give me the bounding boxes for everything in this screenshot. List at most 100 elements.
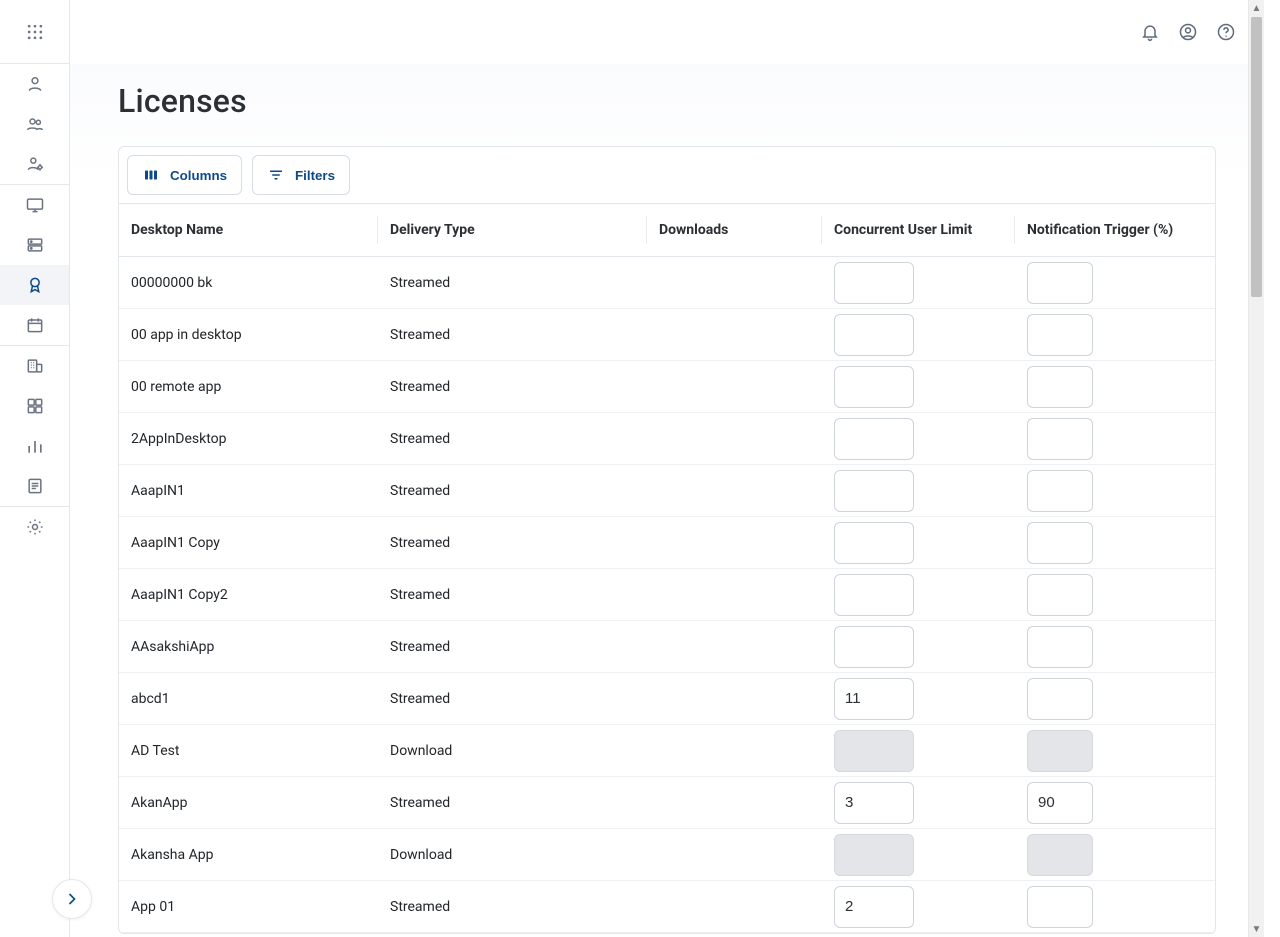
main: Licenses Columns Filters Desktop Name D	[70, 0, 1264, 937]
scroll-up-arrow-icon[interactable]: ▲	[1249, 0, 1264, 16]
concurrent-limit-input[interactable]	[834, 366, 914, 408]
notification-trigger-input[interactable]	[1027, 886, 1093, 928]
cell-delivery-type: Streamed	[378, 621, 646, 672]
notification-trigger-input[interactable]	[1027, 678, 1093, 720]
cell-concurrent-limit	[822, 829, 1014, 880]
concurrent-limit-input[interactable]	[834, 782, 914, 824]
licenses-panel: Columns Filters Desktop Name Delivery Ty…	[118, 146, 1216, 934]
sidebar-item-calendar[interactable]	[0, 305, 69, 345]
account-button[interactable]	[1174, 18, 1202, 46]
table-row[interactable]: AkanAppStreamed	[119, 777, 1215, 829]
cell-downloads	[647, 309, 821, 360]
table-row[interactable]: 00 app in desktopStreamed	[119, 309, 1215, 361]
cell-downloads	[647, 569, 821, 620]
cell-downloads	[647, 881, 821, 932]
cell-concurrent-limit	[822, 777, 1014, 828]
table-row[interactable]: abcd1Streamed	[119, 673, 1215, 725]
columns-button-label: Columns	[170, 168, 227, 183]
col-header-desktop-name[interactable]: Desktop Name	[119, 204, 377, 256]
apps-icon	[25, 396, 45, 416]
concurrent-limit-input[interactable]	[834, 522, 914, 564]
filters-button[interactable]: Filters	[252, 155, 350, 195]
cell-desktop-name: AaapIN1	[119, 465, 377, 516]
table-row[interactable]: AAsakshiAppStreamed	[119, 621, 1215, 673]
notification-trigger-input[interactable]	[1027, 262, 1093, 304]
concurrent-limit-input[interactable]	[834, 418, 914, 460]
cell-concurrent-limit	[822, 569, 1014, 620]
table-row[interactable]: 2AppInDesktopStreamed	[119, 413, 1215, 465]
sidebar-item-analytics[interactable]	[0, 426, 69, 466]
sidebar-item-user-settings[interactable]	[0, 144, 69, 184]
cell-concurrent-limit	[822, 257, 1014, 308]
cell-concurrent-limit	[822, 361, 1014, 412]
notification-trigger-input[interactable]	[1027, 626, 1093, 668]
cell-downloads	[647, 621, 821, 672]
sidebar-item-server[interactable]	[0, 225, 69, 265]
notification-trigger-input	[1027, 730, 1093, 772]
notification-trigger-input[interactable]	[1027, 418, 1093, 460]
concurrent-limit-input[interactable]	[834, 626, 914, 668]
columns-button[interactable]: Columns	[127, 155, 242, 195]
concurrent-limit-input[interactable]	[834, 314, 914, 356]
sidebar-item-organization[interactable]	[0, 346, 69, 386]
col-header-downloads[interactable]: Downloads	[647, 204, 821, 256]
chevron-right-icon	[62, 889, 82, 909]
col-header-notification-trigger[interactable]: Notification Trigger (%)	[1015, 204, 1195, 256]
notifications-button[interactable]	[1136, 18, 1164, 46]
table-row[interactable]: Akansha AppDownload	[119, 829, 1215, 881]
expand-sidebar-button[interactable]	[52, 879, 92, 919]
cell-notification-trigger	[1015, 777, 1195, 828]
notification-trigger-input[interactable]	[1027, 314, 1093, 356]
user-icon	[25, 74, 45, 94]
concurrent-limit-input[interactable]	[834, 886, 914, 928]
notification-trigger-input[interactable]	[1027, 470, 1093, 512]
table-row[interactable]: AD TestDownload	[119, 725, 1215, 777]
sidebar-item-desktop[interactable]	[0, 185, 69, 225]
concurrent-limit-input[interactable]	[834, 470, 914, 512]
table-row[interactable]: AaapIN1 Copy2Streamed	[119, 569, 1215, 621]
table-row[interactable]: AaapIN1Streamed	[119, 465, 1215, 517]
table-row[interactable]: AaapIN1 CopyStreamed	[119, 517, 1215, 569]
table-row[interactable]: 00000000 bkStreamed	[119, 257, 1215, 309]
sidebar-item-apps[interactable]	[0, 386, 69, 426]
page-scrollbar[interactable]: ▲ ▼	[1248, 0, 1264, 937]
filter-icon	[267, 166, 285, 184]
sidebar-item-licenses[interactable]	[0, 265, 69, 305]
app-switcher-button[interactable]	[0, 0, 69, 64]
user-gear-icon	[25, 154, 45, 174]
concurrent-limit-input[interactable]	[834, 262, 914, 304]
cell-notification-trigger	[1015, 881, 1195, 932]
calendar-icon	[25, 315, 45, 335]
concurrent-limit-input[interactable]	[834, 574, 914, 616]
help-button[interactable]	[1212, 18, 1240, 46]
grid-header: Desktop Name Delivery Type Downloads Con…	[119, 203, 1215, 257]
col-header-concurrent-limit[interactable]: Concurrent User Limit	[822, 204, 1014, 256]
sidebar-item-user[interactable]	[0, 64, 69, 104]
cell-delivery-type: Download	[378, 829, 646, 880]
cell-concurrent-limit	[822, 725, 1014, 776]
sidebar-item-users[interactable]	[0, 104, 69, 144]
concurrent-limit-input[interactable]	[834, 678, 914, 720]
table-row[interactable]: App 01Streamed	[119, 881, 1215, 933]
sidebar-item-document[interactable]	[0, 466, 69, 506]
cell-delivery-type: Streamed	[378, 465, 646, 516]
cell-downloads	[647, 465, 821, 516]
cell-delivery-type: Streamed	[378, 413, 646, 464]
notification-trigger-input[interactable]	[1027, 522, 1093, 564]
license-badge-icon	[25, 275, 45, 295]
notification-trigger-input[interactable]	[1027, 366, 1093, 408]
col-header-delivery-type[interactable]: Delivery Type	[378, 204, 646, 256]
notification-trigger-input[interactable]	[1027, 574, 1093, 616]
cell-desktop-name: Akansha App	[119, 829, 377, 880]
cell-downloads	[647, 777, 821, 828]
cell-delivery-type: Streamed	[378, 517, 646, 568]
sidebar-item-settings[interactable]	[0, 507, 69, 547]
cell-desktop-name: 2AppInDesktop	[119, 413, 377, 464]
scroll-down-arrow-icon[interactable]: ▼	[1249, 921, 1264, 937]
table-row[interactable]: 00 remote appStreamed	[119, 361, 1215, 413]
notification-trigger-input[interactable]	[1027, 782, 1093, 824]
concurrent-limit-input	[834, 834, 914, 876]
cell-desktop-name: 00 app in desktop	[119, 309, 377, 360]
scroll-thumb[interactable]	[1251, 17, 1262, 297]
cell-concurrent-limit	[822, 517, 1014, 568]
